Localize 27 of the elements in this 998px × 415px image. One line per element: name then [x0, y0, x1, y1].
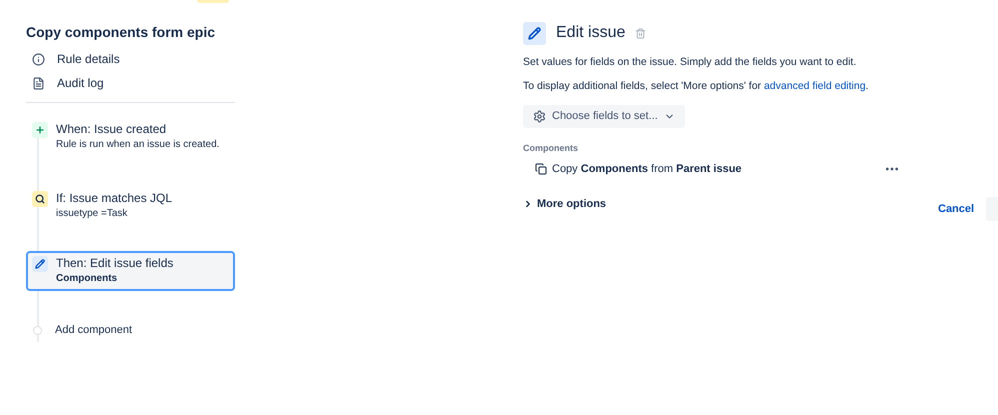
more-options-toggle[interactable]: More options [523, 196, 606, 212]
description-text: Set values for fields on the issue. Simply add the fields you want to edit. [523, 55, 858, 70]
copy-icon [535, 163, 547, 176]
plus-icon [32, 122, 48, 138]
sidebar-link[interactable]: Audit log [32, 75, 235, 91]
sidebar-link[interactable]: Rule details [32, 51, 235, 67]
pencil-icon [523, 22, 546, 44]
cancel-button[interactable]: Cancel [938, 197, 974, 221]
info-icon [32, 52, 45, 66]
choose-fields-button[interactable]: Choose fields to set... [523, 104, 685, 128]
rule-step[interactable]: Then: Edit issue fields Components [26, 251, 235, 291]
pencil-icon [32, 256, 48, 272]
rule-name: Copy components form epic [26, 23, 216, 42]
chevron-right-icon [523, 198, 533, 209]
hint-text: To display additional fields, select 'More options' for advanced field editing. [523, 78, 870, 94]
gear-icon [533, 110, 546, 122]
document-icon [32, 76, 45, 90]
delete-icon[interactable] [635, 28, 646, 38]
rule-step[interactable]: If: Issue matches JQL issuetype =Task [26, 186, 235, 226]
search-icon [32, 191, 48, 207]
add-component-link[interactable]: Add component [55, 322, 132, 338]
panel-title: Edit issue [556, 23, 626, 43]
rule-step[interactable]: When: Issue created Rule is run when an issue is created. [26, 117, 235, 157]
advanced-editing-link[interactable]: advanced field editing [764, 80, 866, 92]
status-badge [197, 0, 229, 3]
field-value: Copy Components from Parent issue [552, 162, 742, 177]
field-label: Components [523, 142, 579, 155]
